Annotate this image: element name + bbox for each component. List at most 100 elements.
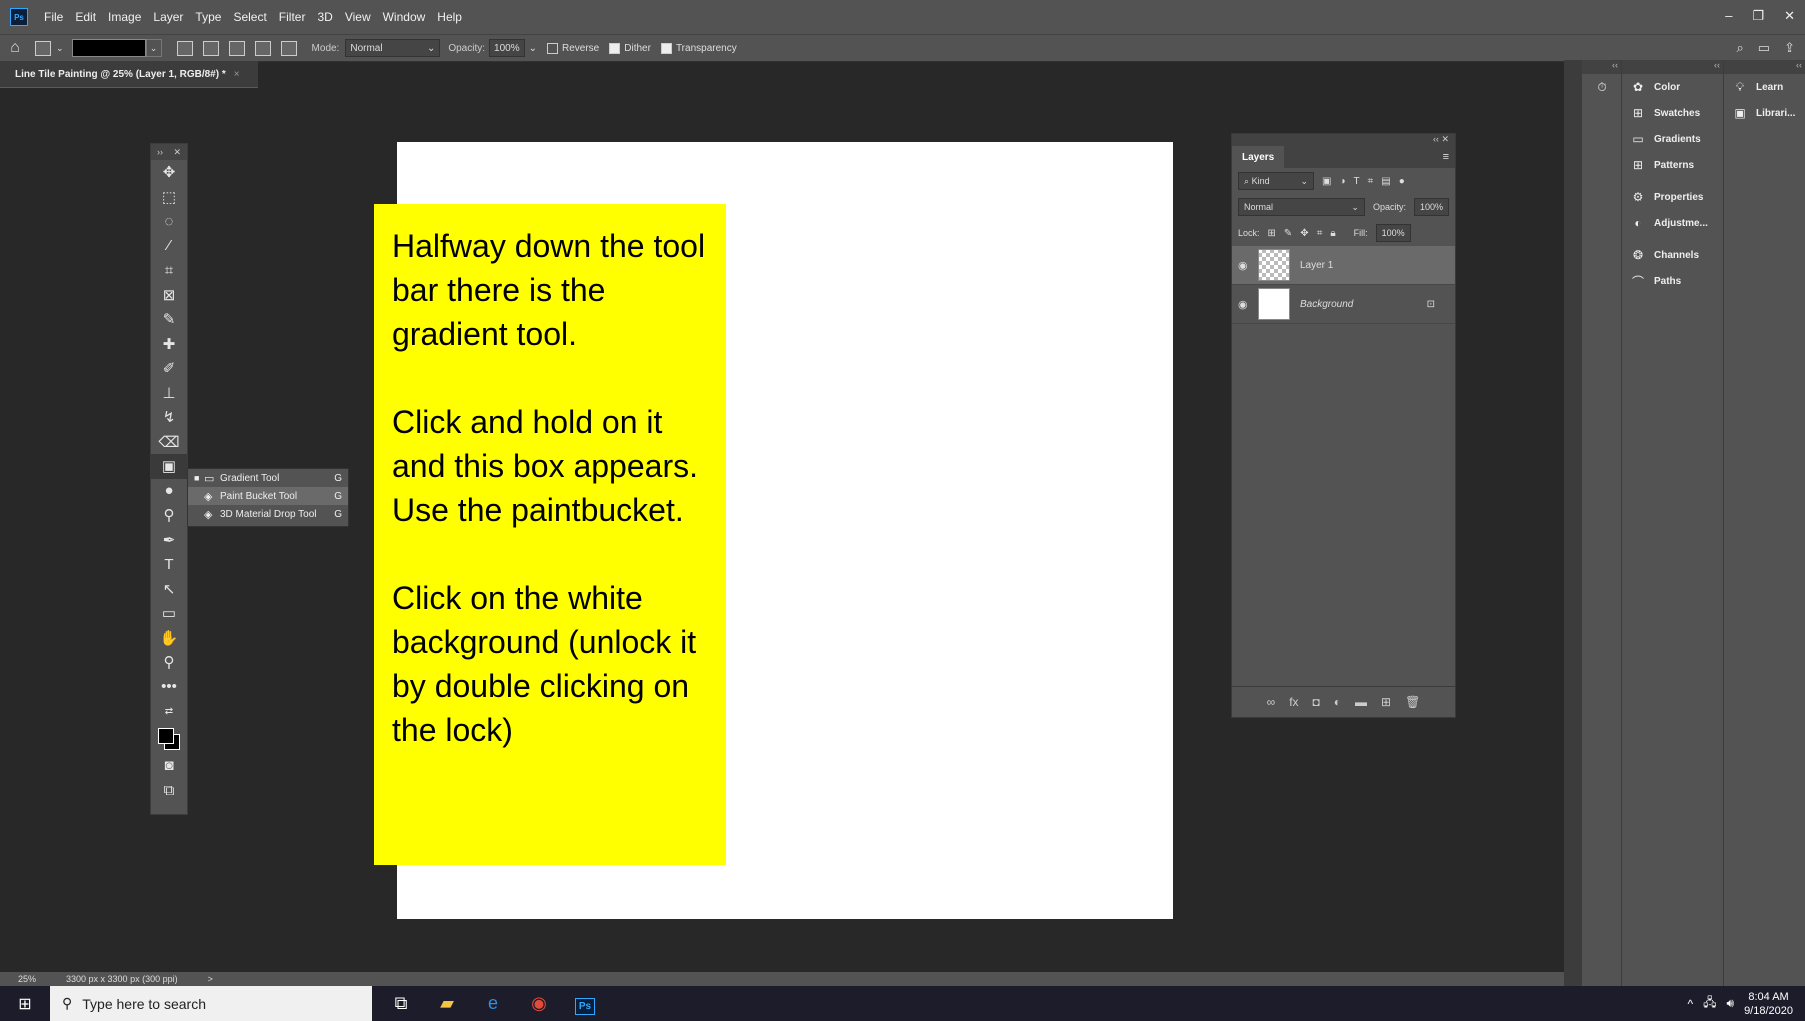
eyedropper-tool-icon[interactable]: ✎: [151, 307, 187, 332]
status-arrow-icon[interactable]: >: [208, 974, 213, 984]
minimize-icon[interactable]: –: [1725, 8, 1732, 24]
gradient-picker-caret[interactable]: ⌄: [145, 39, 162, 57]
close-icon[interactable]: ✕: [173, 147, 181, 158]
visibility-eye-icon[interactable]: ◉: [1238, 298, 1258, 311]
menu-filter[interactable]: Filter: [273, 10, 312, 24]
new-group-icon[interactable]: ▬: [1355, 695, 1367, 709]
windows-start-icon[interactable]: ⊞: [0, 994, 50, 1014]
panel-channels[interactable]: ❂ Channels: [1622, 242, 1724, 268]
blur-tool-icon[interactable]: ●: [151, 479, 187, 504]
share-icon[interactable]: ⇪: [1784, 40, 1795, 56]
layer-row[interactable]: ◉ Layer 1: [1232, 246, 1455, 285]
kind-filter-select[interactable]: ⌕ Kind ⌄: [1238, 172, 1314, 190]
chrome-browser-icon[interactable]: ◉: [516, 993, 562, 1014]
panel-menu-icon[interactable]: ≡: [1443, 151, 1449, 163]
task-view-icon[interactable]: ⧉: [378, 993, 424, 1014]
layer-style-icon[interactable]: fx: [1289, 695, 1298, 709]
reflected-gradient-button[interactable]: [254, 40, 271, 56]
close-tab-icon[interactable]: ×: [234, 69, 240, 80]
menu-view[interactable]: View: [339, 10, 377, 24]
home-icon[interactable]: ⌂: [0, 39, 30, 57]
gradient-tool-icon[interactable]: ▣: [151, 454, 187, 479]
document-tab[interactable]: Line Tile Painting @ 25% (Layer 1, RGB/8…: [0, 61, 258, 88]
menu-edit[interactable]: Edit: [69, 10, 102, 24]
lock-transparent-icon[interactable]: ⊞: [1268, 228, 1276, 239]
angle-gradient-button[interactable]: [228, 40, 245, 56]
search-icon[interactable]: ⌕: [1737, 40, 1744, 56]
path-selection-tool-icon[interactable]: ↖: [151, 577, 187, 602]
zoom-level[interactable]: 25%: [18, 974, 36, 984]
menu-type[interactable]: Type: [189, 10, 227, 24]
close-icon[interactable]: ✕: [1441, 134, 1449, 144]
collapse-icon[interactable]: ‹‹: [1433, 134, 1439, 144]
close-icon[interactable]: ✕: [1784, 8, 1795, 24]
move-tool-icon[interactable]: ✥: [151, 160, 187, 185]
shape-filter-icon[interactable]: ⌗: [1368, 176, 1374, 187]
collapse-icon[interactable]: ‹‹: [1724, 60, 1805, 74]
lock-all-icon[interactable]: 🔒︎: [1330, 228, 1335, 239]
mode-select[interactable]: Normal ⌄: [345, 39, 441, 57]
new-layer-icon[interactable]: ⊞: [1381, 695, 1391, 709]
tool-preset-icon[interactable]: [35, 40, 51, 56]
menu-window[interactable]: Window: [377, 10, 432, 24]
tab-layers[interactable]: Layers: [1232, 146, 1285, 168]
menu-layer[interactable]: Layer: [147, 10, 189, 24]
quick-mask-icon[interactable]: ◙: [151, 754, 187, 779]
linear-gradient-button[interactable]: [176, 40, 193, 56]
history-brush-tool-icon[interactable]: ↯: [151, 405, 187, 430]
network-icon[interactable]: 🖧︎: [1703, 993, 1716, 1014]
menu-image[interactable]: Image: [102, 10, 147, 24]
panel-libraries[interactable]: ▣ Librari...: [1724, 100, 1805, 126]
smart-object-filter-icon[interactable]: ▤: [1381, 176, 1390, 187]
panel-learn[interactable]: 💡︎ Learn: [1724, 74, 1805, 100]
panel-paths[interactable]: ⌒ Paths: [1622, 268, 1724, 294]
transparency-checkbox[interactable]: [660, 42, 672, 54]
lock-icon[interactable]: ⊡: [1427, 299, 1435, 310]
layer-row[interactable]: ◉ Background ⊡: [1232, 285, 1455, 324]
delete-layer-icon[interactable]: 🗑︎: [1405, 695, 1420, 709]
clone-stamp-tool-icon[interactable]: ⊥: [151, 381, 187, 406]
adjustment-filter-icon[interactable]: ◑: [1339, 176, 1345, 187]
healing-brush-tool-icon[interactable]: ✚: [151, 332, 187, 357]
gradient-preview-swatch[interactable]: [71, 39, 146, 57]
flyout-item-paint-bucket-tool[interactable]: ◈ Paint Bucket Tool G: [188, 487, 348, 505]
restore-icon[interactable]: ❐: [1752, 8, 1764, 24]
panel-swatches[interactable]: ⊞ Swatches: [1622, 100, 1724, 126]
magic-wand-tool-icon[interactable]: ⁄: [151, 234, 187, 259]
lock-position-icon[interactable]: ✥: [1300, 228, 1308, 239]
rectangle-tool-icon[interactable]: ▭: [151, 601, 187, 626]
history-icon[interactable]: ⏱: [1582, 74, 1622, 100]
taskbar-search-box[interactable]: ⚲ Type here to search: [50, 986, 372, 1021]
lasso-tool-icon[interactable]: ◌: [151, 209, 187, 234]
chevron-down-icon[interactable]: ⌄: [529, 43, 537, 54]
opacity-field[interactable]: 100%: [489, 39, 525, 57]
zoom-tool-icon[interactable]: ⚲: [151, 650, 187, 675]
edge-browser-icon[interactable]: e: [470, 993, 516, 1014]
dither-checkbox[interactable]: [609, 42, 621, 54]
panel-patterns[interactable]: ⊞ Patterns: [1622, 152, 1724, 178]
reverse-checkbox[interactable]: [547, 42, 558, 54]
layer-opacity-field[interactable]: 100%: [1413, 198, 1449, 216]
flyout-item-3d-material-drop-tool[interactable]: ◈ 3D Material Drop Tool G: [188, 505, 348, 523]
fill-field[interactable]: 100%: [1375, 224, 1411, 242]
menu-file[interactable]: File: [38, 10, 69, 24]
hand-tool-icon[interactable]: ✋: [151, 626, 187, 651]
type-tool-icon[interactable]: T: [151, 552, 187, 577]
add-mask-icon[interactable]: ◘: [1313, 695, 1320, 709]
panel-properties[interactable]: ⚙ Properties: [1622, 184, 1724, 210]
menu-help[interactable]: Help: [431, 10, 468, 24]
blend-mode-select[interactable]: Normal ⌄: [1238, 198, 1365, 216]
more-tools-icon[interactable]: •••: [151, 675, 187, 700]
pen-tool-icon[interactable]: ✒: [151, 528, 187, 553]
chevron-up-icon[interactable]: ^: [1687, 997, 1693, 1011]
panel-color[interactable]: ✿ Color: [1622, 74, 1724, 100]
marquee-tool-icon[interactable]: ⬚: [151, 185, 187, 210]
radial-gradient-button[interactable]: [202, 40, 219, 56]
filter-toggle-icon[interactable]: ●: [1399, 176, 1405, 187]
expand-icon[interactable]: ››: [157, 147, 163, 157]
visibility-eye-icon[interactable]: ◉: [1238, 259, 1258, 272]
screen-mode-icon[interactable]: ⧉: [151, 778, 187, 803]
color-swatches-icon[interactable]: [151, 724, 187, 754]
adjustment-layer-icon[interactable]: ◐: [1334, 695, 1341, 709]
crop-tool-icon[interactable]: ⌗: [151, 258, 187, 283]
